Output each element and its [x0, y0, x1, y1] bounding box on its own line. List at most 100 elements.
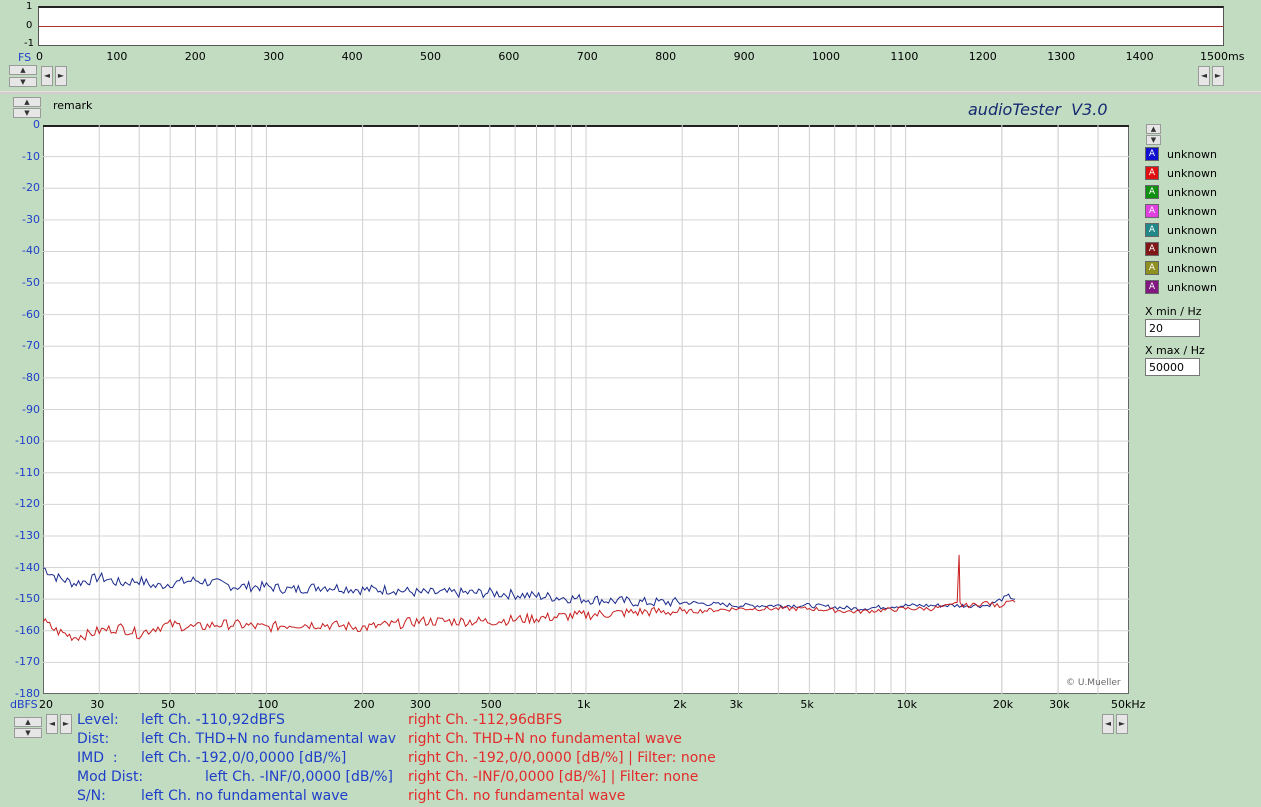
y-tick-4: -40 [22, 244, 40, 258]
x-tick-0: 20 [39, 698, 53, 711]
bottom-scroll-right-button[interactable]: ► [60, 714, 72, 734]
scope-x-tick-9: 900 [733, 50, 755, 63]
remark-down-button[interactable]: ▼ [13, 108, 41, 118]
legend-up-button[interactable]: ▲ [1146, 124, 1161, 134]
x-tick-3: 100 [257, 698, 279, 711]
scope-x-tick-5: 500 [420, 50, 441, 63]
scope-x-tick-0: 0 [36, 50, 43, 63]
legend-item-3[interactable]: Aunknown [1145, 203, 1217, 219]
legend-color-swatch[interactable]: A [1145, 261, 1159, 275]
sn-right-value: right Ch. no fundamental wave [408, 788, 626, 804]
x-tick-13: 30k [1049, 698, 1070, 711]
scope-x-tick-1: 100 [106, 50, 128, 63]
legend-item-5[interactable]: Aunknown [1145, 241, 1217, 257]
legend-color-swatch[interactable]: A [1145, 204, 1159, 218]
x-tick-10: 5k [800, 698, 814, 711]
legend-item-2[interactable]: Aunknown [1145, 184, 1217, 200]
scope-x-tick-13: 1300 [1047, 50, 1076, 63]
scope-x-tick-7: 700 [576, 50, 598, 63]
scope-x-tick-2: 200 [184, 50, 206, 63]
scope-zoom-down-button[interactable]: ▼ [9, 77, 37, 87]
scope-right-right-button[interactable]: ► [1212, 66, 1224, 86]
x-tick-7: 1k [577, 698, 591, 711]
legend-item-1[interactable]: Aunknown [1145, 165, 1217, 181]
x-tick-4: 200 [353, 698, 375, 711]
y-tick-6: -60 [22, 307, 40, 321]
x-tick-14: 50kHz [1111, 698, 1146, 711]
xmin-label: X min / Hz [1145, 305, 1202, 318]
scope-right-left-button[interactable]: ◄ [1198, 66, 1210, 86]
legend-label: unknown [1167, 223, 1217, 237]
bottom-right-left-button[interactable]: ◄ [1102, 714, 1114, 734]
section-divider [0, 91, 1261, 94]
legend-color-swatch[interactable]: A [1145, 223, 1159, 237]
scope-x-tick-12: 1200 [968, 50, 997, 63]
bottom-scroll-left-button[interactable]: ◄ [46, 714, 58, 734]
legend-color-swatch[interactable]: A [1145, 166, 1159, 180]
bottom-zoom-up-button[interactable]: ▲ [14, 717, 42, 727]
app-title: audioTester V3.0 [968, 100, 1108, 119]
sn-left-value: left Ch. no fundamental wave [141, 788, 349, 804]
legend-label: unknown [1167, 147, 1217, 161]
legend-label: unknown [1167, 280, 1217, 294]
legend-down-button[interactable]: ▼ [1146, 135, 1161, 145]
imd-right-value: right Ch. -192,0/0,0000 [dB/%] | Filter:… [408, 750, 716, 766]
legend-color-swatch[interactable]: A [1145, 242, 1159, 256]
y-tick-5: -50 [22, 276, 40, 290]
mod-dist-right-value: right Ch. -INF/0,0000 [dB/%] | Filter: n… [408, 769, 699, 785]
scope-scroll-right-button[interactable]: ► [55, 66, 67, 86]
x-tick-6: 500 [480, 698, 502, 711]
legend-color-swatch[interactable]: A [1145, 147, 1159, 161]
scope-y-label-minus1: -1 [24, 38, 34, 49]
y-tick-8: -80 [22, 370, 40, 384]
legend-color-swatch[interactable]: A [1145, 280, 1159, 294]
legend-color-swatch[interactable]: A [1145, 185, 1159, 199]
bottom-right-right-button[interactable]: ► [1116, 714, 1128, 734]
x-tick-2: 50 [161, 698, 176, 711]
legend-item-7[interactable]: Aunknown [1145, 279, 1217, 295]
scope-x-tick-15: 1500ms [1200, 50, 1245, 63]
y-tick-14: -140 [15, 560, 40, 574]
xmin-input[interactable] [1145, 319, 1200, 337]
legend-item-4[interactable]: Aunknown [1145, 222, 1217, 238]
scope-scroll-left-button[interactable]: ◄ [41, 66, 53, 86]
y-tick-3: -30 [22, 212, 40, 226]
scope-x-tick-8: 800 [655, 50, 677, 63]
mod-dist-left-value: left Ch. -INF/0,0000 [dB/%] [205, 769, 393, 785]
y-tick-10: -100 [15, 434, 40, 448]
sn-label: S/N: [77, 788, 106, 804]
legend-item-0[interactable]: Aunknown [1145, 146, 1217, 162]
dist-left-value: left Ch. THD+N no fundamental wave [141, 731, 396, 747]
legend-label: unknown [1167, 261, 1217, 275]
bottom-zoom-down-button[interactable]: ▼ [14, 728, 42, 738]
scope-plot[interactable] [38, 6, 1224, 46]
remark-label: remark [53, 99, 93, 112]
dist-right-value: right Ch. THD+N no fundamental wave [408, 731, 682, 747]
x-tick-5: 300 [409, 698, 431, 711]
level-label: Level: [77, 712, 119, 728]
level-right-value: right Ch. -112,96dBFS [408, 712, 563, 728]
scope-y-label-0: 0 [26, 20, 33, 31]
legend-label: unknown [1167, 185, 1217, 199]
credit-label: © U.Mueller [1066, 678, 1121, 688]
remark-up-button[interactable]: ▲ [13, 97, 41, 107]
scope-x-tick-4: 400 [341, 50, 363, 63]
imd-left-value: left Ch. -192,0/0,0000 [dB/%] [141, 750, 347, 766]
y-tick-15: -150 [15, 592, 40, 606]
y-tick-9: -90 [22, 402, 40, 416]
x-tick-8: 2k [673, 698, 687, 711]
mod-dist-label: Mod Dist: [77, 769, 144, 785]
scope-x-tick-3: 300 [263, 50, 285, 63]
x-tick-11: 10k [896, 698, 917, 711]
xmax-input[interactable] [1145, 358, 1200, 376]
legend-item-6[interactable]: Aunknown [1145, 260, 1217, 276]
spectrum-plot[interactable] [43, 125, 1129, 694]
x-tick-12: 20k [992, 698, 1014, 711]
scope-x-tick-14: 1400 [1125, 50, 1154, 63]
y-tick-13: -130 [15, 528, 40, 542]
y-tick-2: -20 [22, 181, 40, 195]
legend-label: unknown [1167, 166, 1217, 180]
y-tick-11: -110 [15, 465, 40, 479]
scope-zoom-up-button[interactable]: ▲ [9, 65, 37, 75]
scope-x-tick-6: 600 [498, 50, 520, 63]
